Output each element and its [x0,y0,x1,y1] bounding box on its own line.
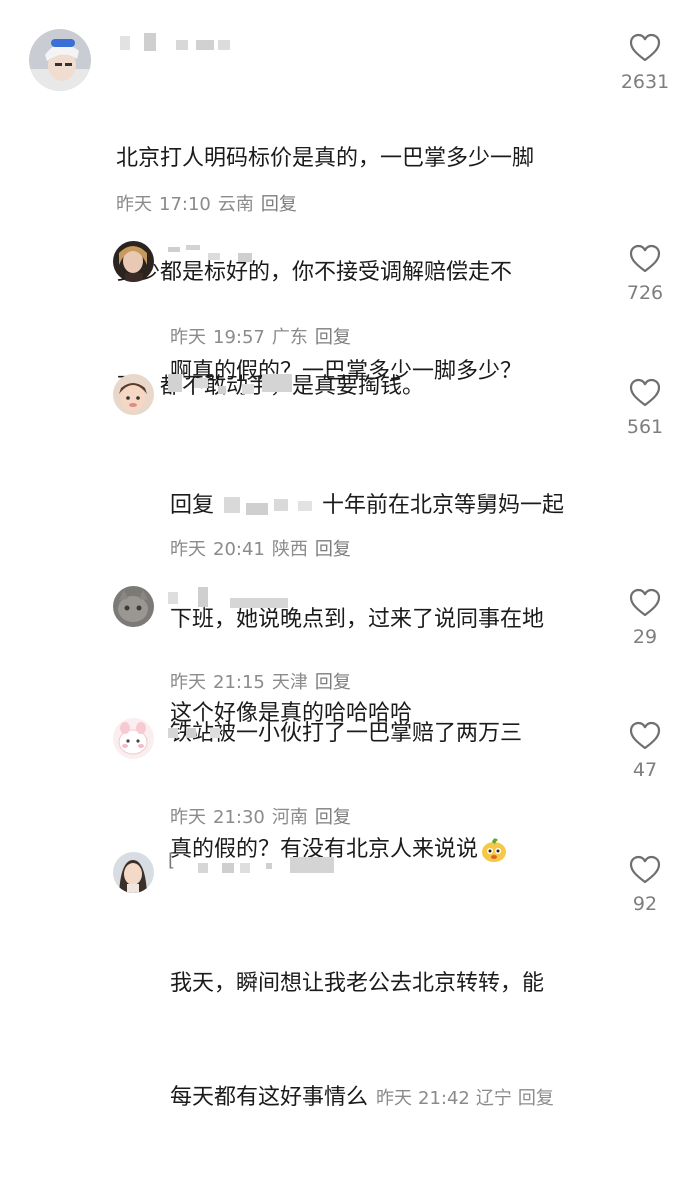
reply-comment-item: 真的假的？有没有北京人来说说 昨天 21:30 河南 回复 47 [0,708,690,862]
username-redacted[interactable] [168,245,258,262]
heart-outline-icon [629,244,661,273]
reply-comment-item: 这个好像是真的哈哈哈哈 昨天 21:15 天津 回复 29 [0,573,690,726]
comment-time: 20:41 [213,539,265,560]
comment-meta: 昨天 21:42 辽宁 回复 [376,1088,560,1109]
comment-time: 19:57 [213,327,265,348]
comment-item: 北京打人明码标价是真的，一巴掌多少一脚 多少都是标好的，你不接受调解赔偿走不 了… [0,0,690,399]
username-redacted[interactable] [168,374,298,394]
like-button[interactable]: 47 [615,721,675,781]
comment-meta: 昨天 21:15 天津 回复 [170,668,358,694]
like-button[interactable]: 92 [615,855,675,915]
heart-outline-icon [629,378,661,407]
avatar[interactable] [113,718,154,759]
comment-date: 昨天 [170,539,206,560]
avatar[interactable] [113,586,154,627]
comment-text-line: 回复 十年前在北京等舅妈一起 [170,493,565,518]
username-redacted[interactable] [168,728,238,744]
reply-comment-item: 回复 十年前在北京等舅妈一起 下班，她说晚点到，过来了说同事在地 铁站被一小伙打了… [0,360,690,746]
like-count: 561 [626,416,664,438]
comment-date: 昨天 [376,1088,413,1109]
comment-meta: 昨天 17:10 云南 回复 [116,190,304,216]
comment-meta: 昨天 19:57 广东 回复 [170,323,358,349]
like-count: 2631 [620,71,670,93]
comment-location: 天津 [271,672,308,693]
heart-outline-icon [629,588,661,617]
comment-meta: 昨天 21:30 河南 回复 [170,803,358,829]
comment-date: 昨天 [170,807,206,828]
like-count: 92 [632,893,658,915]
reply-button[interactable]: 回复 [261,194,297,215]
username-prefix: [ [168,850,176,871]
reply-prefix: 回复 [170,493,215,518]
comment-location: 河南 [271,807,308,828]
reply-comment-item: 啊真的假的？一巴掌多少一脚多少？ 昨天 19:57 广东 回复 726 [0,225,690,384]
comment-location: 云南 [217,194,254,215]
like-button[interactable]: 29 [615,588,675,648]
avatar[interactable] [113,241,154,282]
reply-button[interactable]: 回复 [315,807,351,828]
like-button[interactable]: 726 [615,244,675,304]
comment-text-line: 我天，瞬间想让我老公去北京转转，能 [170,971,545,996]
comment-time: 21:30 [213,807,265,828]
like-count: 29 [632,626,658,648]
like-button[interactable]: 2631 [615,33,675,93]
comment-text: 我天，瞬间想让我老公去北京转转，能 每天都有这好事情么 昨天 21:42 辽宁 回复 [170,889,560,1194]
reply-button[interactable]: 回复 [518,1088,554,1109]
comment-location: 辽宁 [475,1088,512,1109]
reply-button[interactable]: 回复 [315,672,351,693]
username-redacted[interactable] [120,33,230,52]
username[interactable]: [ [168,850,338,873]
comment-location: 陕西 [271,539,308,560]
heart-outline-icon [629,855,661,884]
comment-time: 21:42 [418,1088,470,1109]
avatar[interactable] [113,374,154,415]
comment-time: 17:10 [159,194,211,215]
like-button[interactable]: 561 [615,378,675,438]
comment-date: 昨天 [116,194,152,215]
avatar[interactable] [29,29,91,91]
heart-outline-icon [629,721,661,750]
reply-comment-item: [ 我天，瞬间想让我老公去北京转转，能 每天都有这好事情么 昨天 21:42 辽宁 回复… [0,843,690,1110]
username-redacted[interactable] [168,587,288,608]
like-count: 47 [632,759,658,781]
reply-button[interactable]: 回复 [315,539,351,560]
comment-location: 广东 [271,327,308,348]
comment-meta: 昨天 20:41 陕西 回复 [170,535,358,561]
mention-redacted[interactable] [218,497,318,515]
like-count: 726 [626,282,664,304]
comment-date: 昨天 [170,327,206,348]
comment-time: 21:15 [213,672,265,693]
comment-date: 昨天 [170,672,206,693]
reply-button[interactable]: 回复 [315,327,351,348]
comment-text-line: 北京打人明码标价是真的，一巴掌多少一脚 [116,146,535,171]
comment-text-line: 每天都有这好事情么 昨天 21:42 辽宁 回复 [170,1079,560,1118]
avatar[interactable] [113,852,154,893]
heart-outline-icon [629,33,661,62]
